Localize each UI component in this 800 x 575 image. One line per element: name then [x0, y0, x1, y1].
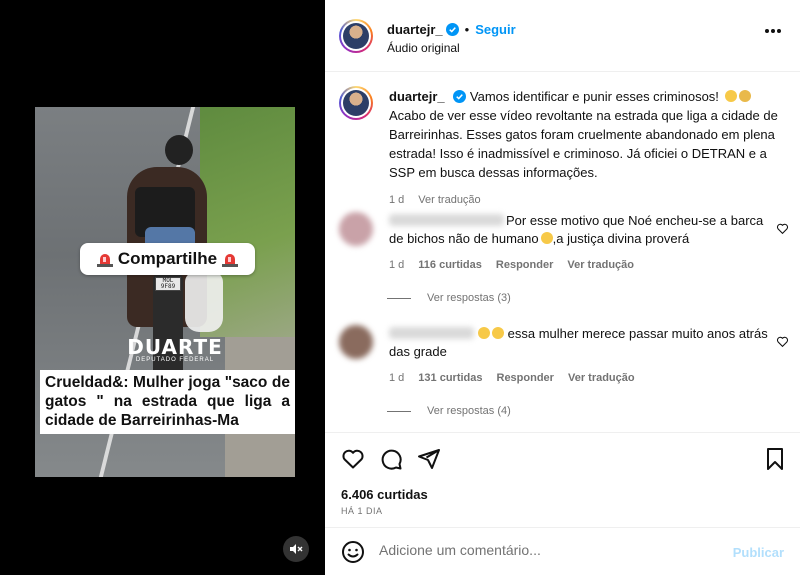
comment-meta: 1 d 131 curtidas Responder Ver tradução: [389, 372, 635, 384]
share-label: Compartilhe: [117, 249, 218, 268]
dizzy-face-emoji-icon: [724, 90, 737, 102]
like-comment-heart-icon[interactable]: [776, 335, 789, 348]
license-plate: MOL 9F89: [155, 277, 181, 291]
add-comment-bar: Publicar: [325, 527, 800, 575]
caption-meta: 1 d Ver tradução: [389, 194, 481, 206]
sad-face-emoji-icon: [478, 327, 490, 339]
caption-age: 1 d: [389, 194, 405, 206]
replies-divider: [387, 297, 411, 299]
view-replies-button[interactable]: Ver respostas (4): [387, 405, 511, 417]
brand-subtitle: DEPUTADO FEDERAL: [135, 357, 215, 363]
mute-button[interactable]: [283, 536, 309, 562]
siren-icon: [222, 254, 239, 267]
comment-age: 1 d: [389, 259, 405, 271]
post-viewer: MOL 9F89 Compartilhe DUARTE DEPUTADO FED…: [0, 0, 800, 575]
siren-icon: [96, 254, 113, 267]
comment-bubble-icon[interactable]: [379, 447, 403, 471]
comment-translate-link[interactable]: Ver tradução: [567, 259, 634, 271]
verified-badge-icon: [453, 90, 467, 103]
video-bag: [185, 272, 223, 332]
comment-age: 1 d: [389, 372, 405, 384]
reply-button[interactable]: Responder: [496, 259, 553, 271]
video-helmet: [165, 135, 193, 165]
replies-divider: [387, 410, 411, 412]
video-caption: Crueldad&: Mulher joga "saco de gatos " …: [40, 370, 295, 434]
comment-likes[interactable]: 131 curtidas: [418, 372, 482, 384]
share-overlay: Compartilhe: [80, 243, 255, 275]
caption-username[interactable]: duartejr_: [389, 89, 445, 104]
comment-text: Por esse motivo que Noé encheu-se a barc…: [389, 212, 774, 248]
action-bar: 6.406 curtidas HÁ 1 DIA: [325, 432, 800, 527]
comment-avatar[interactable]: [339, 325, 373, 359]
comment-username-redacted[interactable]: [389, 214, 504, 226]
verified-badge-icon: [445, 23, 459, 36]
author-username[interactable]: duartejr_: [387, 22, 443, 37]
worried-face-emoji-icon: [540, 232, 553, 244]
caption-body: Vamos identificar e punir esses criminos…: [469, 89, 723, 104]
like-comment-heart-icon[interactable]: [776, 222, 789, 235]
post-header: duartejr_ • Seguir Áudio original: [325, 0, 800, 72]
view-replies-label[interactable]: Ver respostas (3): [427, 292, 511, 304]
audio-label[interactable]: Áudio original: [387, 41, 460, 55]
comments-list[interactable]: duartejr_ Vamos identificar e punir esse…: [325, 72, 800, 432]
cat-emoji-icon: [738, 90, 751, 102]
follow-button[interactable]: Seguir: [475, 22, 515, 37]
like-heart-icon[interactable]: [341, 447, 365, 471]
brand-name: DUARTE: [127, 335, 223, 359]
caption-avatar[interactable]: [339, 86, 373, 120]
reply-button[interactable]: Responder: [497, 372, 554, 384]
video-panel[interactable]: MOL 9F89 Compartilhe DUARTE DEPUTADO FED…: [0, 0, 325, 575]
post-time: HÁ 1 DIA: [341, 506, 383, 516]
comment-likes[interactable]: 116 curtidas: [418, 259, 482, 271]
caption-text: duartejr_ Vamos identificar e punir esse…: [389, 87, 779, 182]
brand-watermark: DUARTE DEPUTADO FEDERAL: [125, 335, 225, 363]
comment-username-redacted[interactable]: [389, 327, 474, 339]
comment-body-tail: ,a justiça divina proverá: [552, 231, 690, 246]
view-replies-label[interactable]: Ver respostas (4): [427, 405, 511, 417]
video-caption-text: Crueldad&: Mulher joga "saco de gatos " …: [45, 374, 290, 429]
header-separator: •: [464, 22, 470, 37]
comment-text: essa mulher merece passar muito anos atr…: [389, 325, 774, 361]
more-options-icon[interactable]: [764, 28, 782, 34]
muted-speaker-icon: [290, 544, 303, 554]
comment-translate-link[interactable]: Ver tradução: [568, 372, 635, 384]
author-avatar[interactable]: [339, 19, 373, 53]
share-send-icon[interactable]: [417, 447, 441, 471]
view-replies-button[interactable]: Ver respostas (3): [387, 292, 511, 304]
sad-face-emoji-icon: [492, 327, 504, 339]
caption-translate-link[interactable]: Ver tradução: [418, 194, 480, 206]
emoji-picker-icon[interactable]: [341, 540, 365, 564]
caption-body-rest: Acabo de ver esse vídeo revoltante na es…: [389, 108, 778, 180]
comment-input[interactable]: [379, 542, 719, 558]
bookmark-icon[interactable]: [763, 447, 787, 471]
comment-meta: 1 d 116 curtidas Responder Ver tradução: [389, 259, 634, 271]
post-panel: duartejr_ • Seguir Áudio original duarte…: [325, 0, 800, 575]
likes-count[interactable]: 6.406 curtidas: [341, 487, 428, 502]
publish-button[interactable]: Publicar: [733, 545, 784, 560]
comment-avatar[interactable]: [339, 212, 373, 246]
